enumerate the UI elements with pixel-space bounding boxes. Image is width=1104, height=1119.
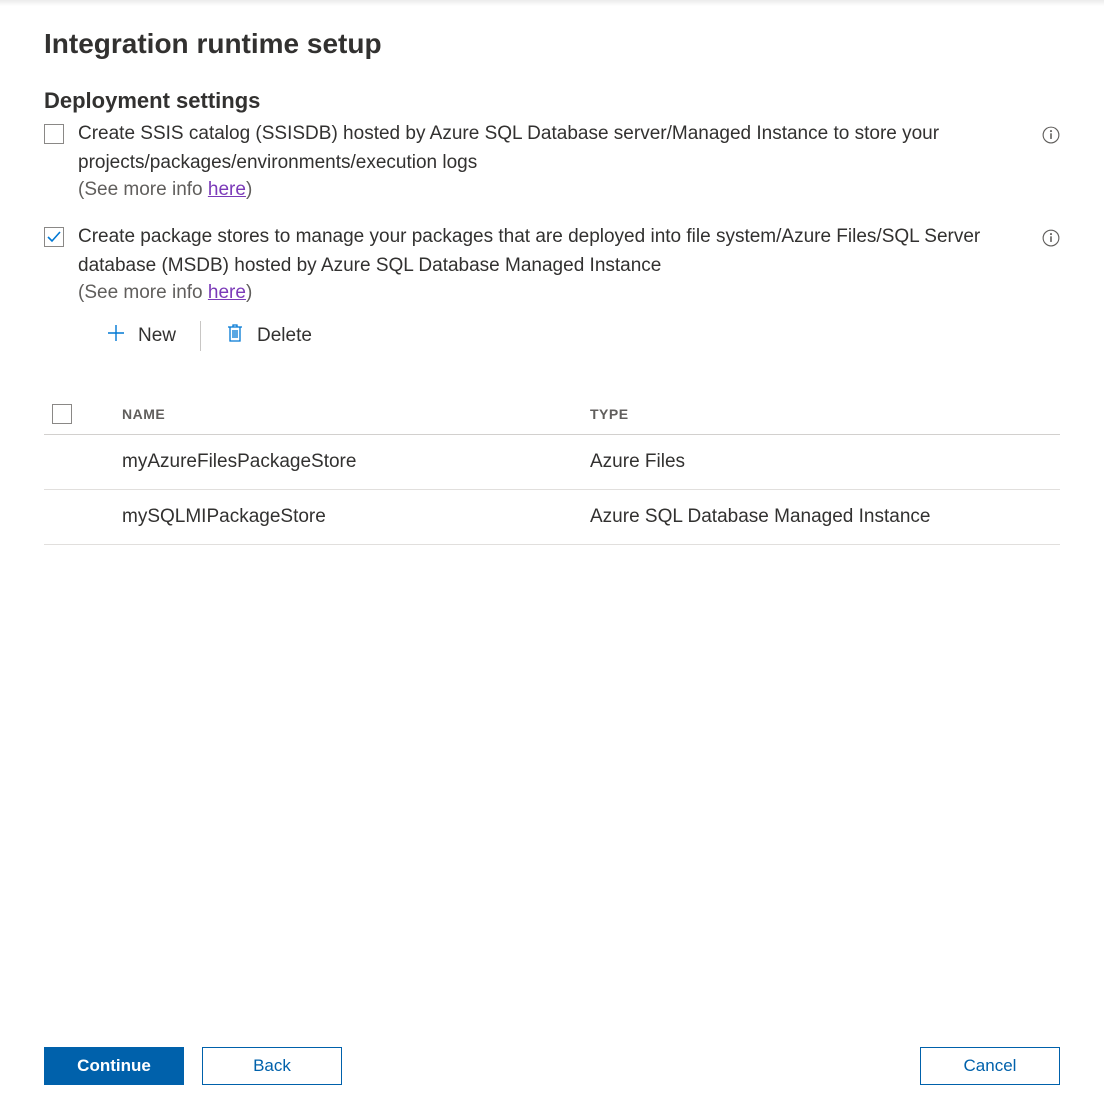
new-label: New bbox=[138, 325, 176, 347]
info-icon[interactable] bbox=[1042, 229, 1060, 247]
toolbar: New Delete bbox=[100, 318, 1028, 354]
package-stores-table: NAME TYPE myAzureFilesPackageStore Azure… bbox=[44, 394, 1060, 545]
option-package-stores: Create package stores to manage your pac… bbox=[44, 223, 1060, 372]
package-stores-more-link[interactable]: here bbox=[208, 282, 246, 303]
table-row[interactable]: mySQLMIPackageStore Azure SQL Database M… bbox=[44, 490, 1060, 545]
toolbar-separator bbox=[200, 321, 201, 351]
continue-button[interactable]: Continue bbox=[44, 1047, 184, 1085]
package-stores-checkbox[interactable] bbox=[44, 227, 64, 247]
ssisdb-more-suffix: ) bbox=[246, 179, 252, 200]
package-stores-more-suffix: ) bbox=[246, 282, 252, 303]
col-type[interactable]: TYPE bbox=[590, 406, 1060, 422]
package-stores-more-info: (See more info here) bbox=[78, 282, 1028, 304]
back-button[interactable]: Back bbox=[202, 1047, 342, 1085]
ssisdb-more-prefix: (See more info bbox=[78, 179, 208, 200]
trash-icon bbox=[225, 322, 245, 350]
info-icon[interactable] bbox=[1042, 126, 1060, 144]
package-stores-more-prefix: (See more info bbox=[78, 282, 208, 303]
ssisdb-label: Create SSIS catalog (SSISDB) hosted by A… bbox=[78, 120, 1028, 177]
col-name[interactable]: NAME bbox=[110, 406, 590, 422]
cancel-button[interactable]: Cancel bbox=[920, 1047, 1060, 1085]
section-heading: Deployment settings bbox=[44, 88, 1060, 114]
table-row[interactable]: myAzureFilesPackageStore Azure Files bbox=[44, 435, 1060, 490]
ssisdb-more-info: (See more info here) bbox=[78, 179, 1028, 201]
ssisdb-more-link[interactable]: here bbox=[208, 179, 246, 200]
plus-icon bbox=[106, 323, 126, 349]
row-name: mySQLMIPackageStore bbox=[110, 506, 590, 528]
new-button[interactable]: New bbox=[100, 319, 182, 353]
delete-label: Delete bbox=[257, 325, 312, 347]
footer: Continue Back Cancel bbox=[44, 1047, 1060, 1119]
table-header: NAME TYPE bbox=[44, 394, 1060, 435]
ssisdb-checkbox[interactable] bbox=[44, 124, 64, 144]
package-stores-label: Create package stores to manage your pac… bbox=[78, 223, 1028, 280]
row-name: myAzureFilesPackageStore bbox=[110, 451, 590, 473]
page-title: Integration runtime setup bbox=[44, 28, 1060, 60]
option-ssisdb: Create SSIS catalog (SSISDB) hosted by A… bbox=[44, 120, 1060, 201]
row-type: Azure SQL Database Managed Instance bbox=[590, 506, 1060, 528]
row-type: Azure Files bbox=[590, 451, 1060, 473]
select-all-checkbox[interactable] bbox=[52, 404, 72, 424]
delete-button[interactable]: Delete bbox=[219, 318, 318, 354]
